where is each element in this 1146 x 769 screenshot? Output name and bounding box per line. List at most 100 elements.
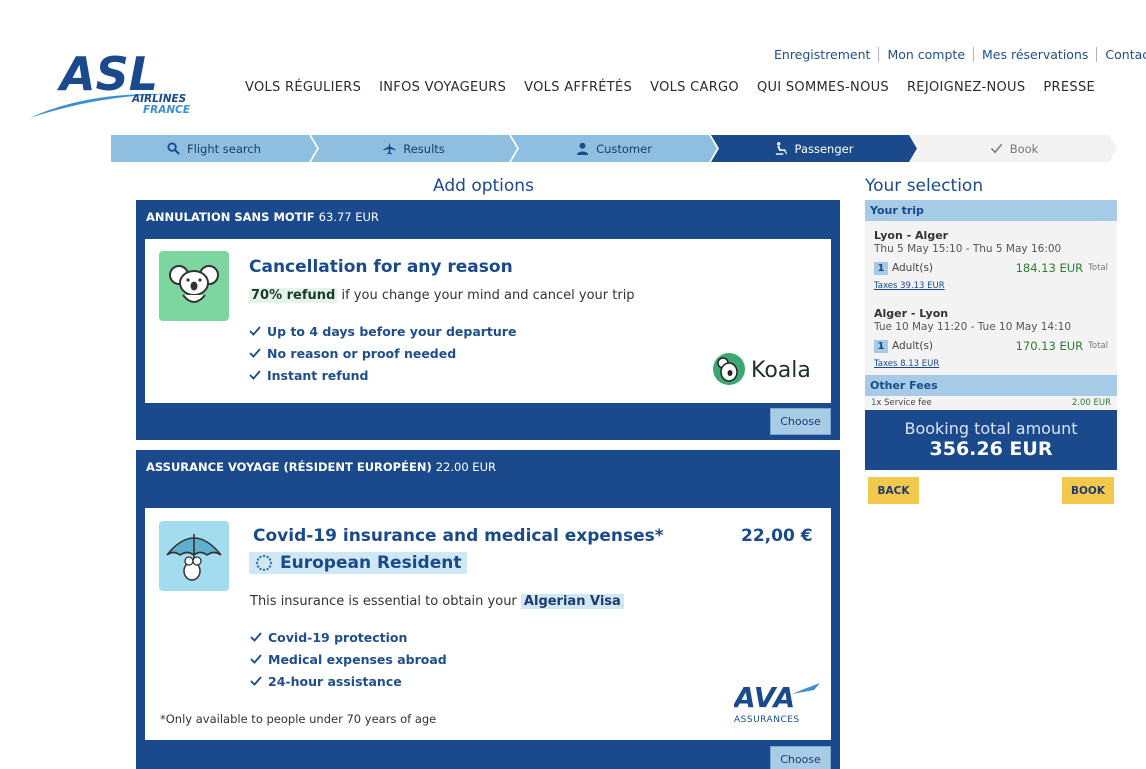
nav-rejoignez-nous[interactable]: REJOIGNEZ-NOUS bbox=[898, 80, 1034, 95]
trip-leg: Alger - Lyon Tue 10 May 11:20 - Tue 10 M… bbox=[874, 307, 1108, 369]
check-icon bbox=[990, 142, 1003, 155]
option-title: ASSURANCE VOYAGE (RÉSIDENT EUROPÉEN) 22.… bbox=[136, 450, 840, 484]
step-customer[interactable]: Customer bbox=[511, 135, 717, 162]
leg-total-label: Total bbox=[1088, 341, 1108, 351]
trip-details: Lyon - Alger Thu 5 May 15:10 - Thu 5 May… bbox=[865, 221, 1117, 375]
pax-label: Adult(s) bbox=[892, 340, 934, 352]
trip-leg: Lyon - Alger Thu 5 May 15:10 - Thu 5 May… bbox=[874, 229, 1108, 291]
nav-qui-sommes-nous[interactable]: QUI SOMMES-NOUS bbox=[748, 80, 898, 95]
fee-label: x Service fee bbox=[876, 398, 932, 408]
option-cancellation: ANNULATION SANS MOTIF 63.77 EUR Cancella… bbox=[136, 200, 840, 440]
option-bullets: Up to 4 days before your departure No re… bbox=[249, 320, 516, 386]
step-label: Results bbox=[403, 141, 445, 156]
bullet-text: 24-hour assistance bbox=[268, 673, 402, 689]
list-item: 24-hour assistance bbox=[250, 670, 447, 692]
list-item: Medical expenses abroad bbox=[250, 648, 447, 670]
step-results[interactable]: Results bbox=[311, 135, 517, 162]
step-label: Customer bbox=[596, 141, 652, 156]
plane-icon bbox=[383, 142, 396, 155]
fee-row: 1 x Service fee 2.00 EUR bbox=[865, 396, 1117, 410]
asl-logo[interactable]: ASL AIRLINES FRANCE bbox=[28, 47, 203, 122]
leg-total-label: Total bbox=[1088, 263, 1108, 273]
link-enregistrement[interactable]: Enregistrement bbox=[766, 47, 880, 62]
list-item: Covid-19 protection bbox=[250, 626, 447, 648]
koala-icon bbox=[159, 251, 229, 321]
nav-vols-reguliers[interactable]: VOLS RÉGULIERS bbox=[236, 80, 370, 95]
booking-total: Booking total amount 356.26 EUR bbox=[865, 410, 1117, 470]
user-icon bbox=[576, 142, 589, 155]
subtitle-text: This insurance is essential to obtain yo… bbox=[250, 594, 517, 609]
main-nav: VOLS RÉGULIERS INFOS VOYAGEURS VOLS AFFR… bbox=[236, 80, 1104, 95]
selection-summary: Your trip Lyon - Alger Thu 5 May 15:10 -… bbox=[865, 200, 1117, 504]
ava-logo-sub: ASSURANCES bbox=[734, 715, 800, 725]
check-icon bbox=[249, 348, 261, 358]
ava-logo: AVA ASSURANCES bbox=[732, 680, 824, 725]
koala-mascot-icon bbox=[713, 353, 745, 385]
other-fees-header: Other Fees bbox=[865, 375, 1117, 396]
choose-button[interactable]: Choose bbox=[770, 746, 831, 769]
option-heading: Covid-19 insurance and medical expenses* bbox=[253, 526, 664, 546]
fee-value: 2.00 EUR bbox=[1071, 398, 1111, 408]
ava-logo-mark: AVA bbox=[732, 681, 820, 714]
step-passenger[interactable]: Passenger bbox=[711, 135, 917, 162]
leg-taxes-link[interactable]: Taxes 8.13 EUR bbox=[874, 359, 1108, 369]
option-price: 22.00 EUR bbox=[435, 460, 496, 474]
search-icon bbox=[167, 142, 180, 155]
add-options-heading: Add options bbox=[433, 176, 534, 196]
resident-text: European Resident bbox=[280, 553, 462, 573]
back-button[interactable]: BACK bbox=[868, 477, 919, 504]
option-title-text: ANNULATION SANS MOTIF bbox=[146, 210, 315, 224]
insurance-price: 22,00 € bbox=[741, 526, 813, 546]
koala-logo: Koala bbox=[712, 352, 811, 388]
leg-times: Tue 10 May 11:20 - Tue 10 May 14:10 bbox=[874, 321, 1072, 333]
step-book[interactable]: Book bbox=[911, 135, 1117, 162]
pax-label: Adult(s) bbox=[892, 262, 934, 274]
link-mes-reservations[interactable]: Mes réservations bbox=[974, 47, 1098, 62]
pax-count-badge: 1 bbox=[874, 339, 888, 353]
nav-vols-cargo[interactable]: VOLS CARGO bbox=[641, 80, 748, 95]
total-label: Booking total amount bbox=[904, 419, 1078, 438]
choose-button[interactable]: Choose bbox=[770, 408, 831, 435]
top-links: Enregistrement Mon compte Mes réservatio… bbox=[766, 47, 1146, 62]
bullet-text: Medical expenses abroad bbox=[268, 651, 447, 667]
ava-logo-text: AVA bbox=[734, 681, 795, 710]
option-title-text: ASSURANCE VOYAGE (RÉSIDENT EUROPÉEN) bbox=[146, 460, 432, 474]
umbrella-icon bbox=[159, 521, 229, 591]
list-item: No reason or proof needed bbox=[249, 342, 516, 364]
nav-vols-affretes[interactable]: VOLS AFFRÉTÉS bbox=[515, 80, 641, 95]
eu-stars-icon bbox=[255, 554, 273, 572]
seat-icon bbox=[775, 142, 788, 155]
check-icon bbox=[250, 676, 262, 686]
list-item: Instant refund bbox=[249, 364, 516, 386]
leg-route: Alger - Lyon bbox=[874, 307, 949, 320]
nav-presse[interactable]: PRESSE bbox=[1034, 80, 1104, 95]
pax-count-badge: 1 bbox=[874, 261, 888, 275]
bullet-text: Up to 4 days before your departure bbox=[267, 323, 517, 339]
subtitle-text: if you change your mind and cancel your … bbox=[337, 288, 635, 303]
option-bullets: Covid-19 protection Medical expenses abr… bbox=[250, 626, 447, 692]
bullet-text: Instant refund bbox=[267, 367, 369, 383]
leg-amount: 184.13 EUR bbox=[1015, 261, 1084, 275]
booking-steps: Flight search Results Customer Passenger… bbox=[111, 135, 1117, 162]
option-heading: Cancellation for any reason bbox=[249, 257, 513, 277]
bullet-text: Covid-19 protection bbox=[268, 629, 408, 645]
step-label: Passenger bbox=[794, 141, 854, 156]
insurance-footnote: *Only available to people under 70 years… bbox=[160, 712, 437, 726]
option-subtitle: This insurance is essential to obtain yo… bbox=[250, 594, 624, 609]
leg-route: Lyon - Alger bbox=[874, 229, 949, 242]
option-insurance: ASSURANCE VOYAGE (RÉSIDENT EUROPÉEN) 22.… bbox=[136, 450, 840, 769]
koala-logo-text: Koala bbox=[751, 357, 811, 383]
visa-highlight: Algerian Visa bbox=[520, 594, 624, 609]
step-flight-search[interactable]: Flight search bbox=[111, 135, 317, 162]
option-price: 63.77 EUR bbox=[318, 210, 379, 224]
leg-times: Thu 5 May 15:10 - Thu 5 May 16:00 bbox=[874, 243, 1062, 255]
leg-taxes-link[interactable]: Taxes 39.13 EUR bbox=[874, 281, 1108, 291]
nav-infos-voyageurs[interactable]: INFOS VOYAGEURS bbox=[370, 80, 515, 95]
your-selection-heading: Your selection bbox=[865, 176, 984, 196]
check-icon bbox=[249, 326, 261, 336]
total-value: 356.26 EUR bbox=[929, 438, 1053, 460]
list-item: Up to 4 days before your departure bbox=[249, 320, 516, 342]
link-mon-compte[interactable]: Mon compte bbox=[879, 47, 975, 62]
book-button[interactable]: BOOK bbox=[1062, 477, 1114, 504]
link-contact[interactable]: Contact bbox=[1097, 47, 1146, 62]
